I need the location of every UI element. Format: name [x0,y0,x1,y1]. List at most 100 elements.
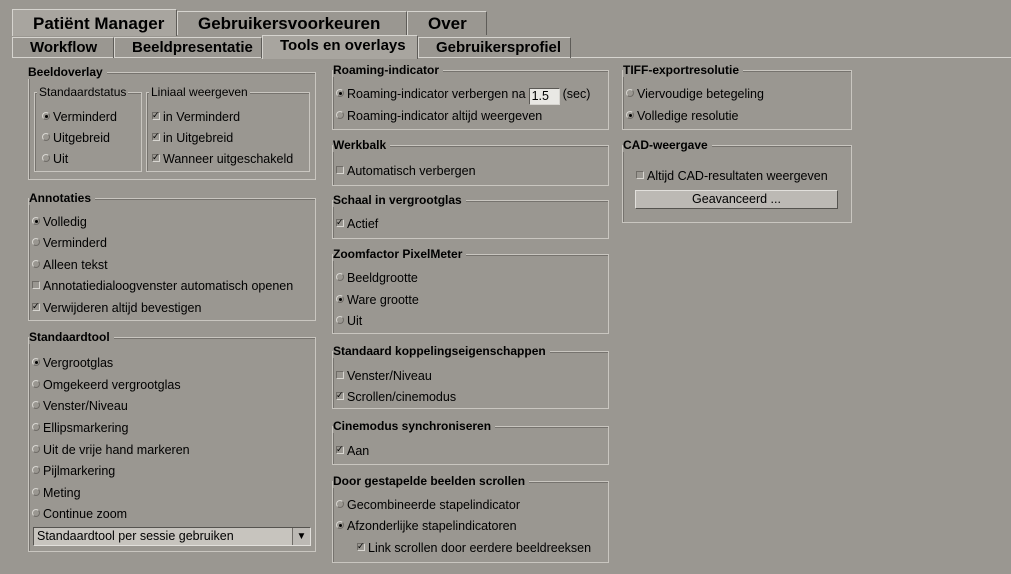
standaardtool-group: Standaardtool Vergrootglas Omgekeerd ver… [28,331,316,552]
radio-icon [32,488,40,496]
radio-icon [32,509,40,517]
koppeling-title: Standaard koppelingseigenschappen [333,345,550,358]
checkbox-label: Aan [347,444,370,458]
radio-volledige-resolutie[interactable]: Volledige resolutie [626,108,738,124]
annotaties-group: Annotaties Volledig Verminderd Alleen te… [28,192,316,321]
checkbox-checked-icon [32,299,40,313]
radio-beeldgrootte[interactable]: Beeldgrootte [336,270,418,286]
check-venster-niveau[interactable]: Venster/Niveau [336,368,432,384]
seconds-unit: (sec) [562,87,591,101]
radio-icon [42,133,50,141]
dropdown-value: Standaardtool per sessie gebruiken [37,529,234,543]
checkbox-label: Altijd CAD-resultaten weergeven [647,169,828,183]
radio-annotatie-verminderd[interactable]: Verminderd [32,235,107,251]
tab-over[interactable]: Over [407,11,487,35]
radio-ellipsmarkering[interactable]: Ellipsmarkering [32,420,128,436]
radio-label: Ware grootte [347,293,419,307]
standaardtool-dropdown[interactable]: Standaardtool per sessie gebruiken ▼ [33,527,311,546]
radio-selected-icon [32,358,40,366]
roaming-group: Roaming-indicator Roaming-indicator verb… [332,64,609,130]
checkbox-checked-icon [336,215,344,229]
radio-ware-grootte[interactable]: Ware grootte [336,292,419,308]
radio-viervoudige-betegeling[interactable]: Viervoudige betegeling [626,86,764,102]
radio-icon [336,111,344,119]
check-automatisch-verbergen[interactable]: Automatisch verbergen [336,163,476,179]
tab-gebruikersvoorkeuren[interactable]: Gebruikersvoorkeuren [177,11,407,35]
check-in-verminderd[interactable]: in Verminderd [152,108,240,125]
checkbox-checked-icon [357,539,365,553]
tab-workflow[interactable]: Workflow [12,37,114,58]
check-wanneer-uitgeschakeld[interactable]: Wanneer uitgeschakeld [152,150,294,167]
schaal-group: Schaal in vergrootglas Actief [332,194,609,239]
radio-omgekeerd-vergrootglas[interactable]: Omgekeerd vergrootglas [32,377,181,393]
radio-label: Ellipsmarkering [43,421,129,435]
radio-label: Viervoudige betegeling [637,87,764,101]
radio-label: Verminderd [53,110,117,124]
tab-beeldpresentatie[interactable]: Beeldpresentatie [114,37,262,58]
radio-volledig[interactable]: Volledig [32,214,87,230]
radio-afzonderlijke-stapel[interactable]: Afzonderlijke stapelindicatoren [336,518,517,534]
checkbox-label: Wanneer uitgeschakeld [163,152,294,166]
radio-label: Beeldgrootte [347,271,418,285]
radio-label: Vergrootglas [43,356,114,370]
radio-continue-zoom[interactable]: Continue zoom [32,506,127,522]
checkbox-icon [336,371,344,379]
tiff-title: TIFF-exportresolutie [623,64,744,77]
radio-label: Pijlmarkering [43,464,116,478]
checkbox-icon [336,166,344,174]
radio-icon [32,423,40,431]
radio-label: Uit de vrije hand markeren [43,443,190,457]
standaardstatus-title: Standaardstatus [37,85,129,99]
radio-uitgebreid[interactable]: Uitgebreid [42,130,110,146]
checkbox-checked-icon [336,442,344,456]
check-annotatiedialoog[interactable]: Annotatiedialoogvenster automatisch open… [32,278,293,294]
werkbalk-title: Werkbalk [333,139,391,152]
tab-gebruikersprofiel[interactable]: Gebruikersprofiel [418,37,571,58]
check-aan[interactable]: Aan [336,442,370,459]
radio-icon [336,273,344,281]
radio-roaming-verbergen[interactable]: Roaming-indicator verbergen na 1.5 (sec) [336,86,591,105]
radio-meting[interactable]: Meting [32,485,81,501]
radio-selected-icon [32,217,40,225]
radio-icon [626,89,634,97]
radio-uit[interactable]: Uit [42,151,68,167]
checkbox-label: Scrollen/cinemodus [347,390,457,404]
main-tab-bar: Patiënt Manager Gebruikersvoorkeuren Ove… [0,0,1011,37]
tab-patient-manager[interactable]: Patiënt Manager [12,9,177,37]
radio-label: Uit [347,314,363,328]
checkbox-label: Link scrollen door eerdere beeldreeksen [368,541,592,555]
radio-label: Venster/Niveau [43,399,128,413]
koppeling-group: Standaard koppelingseigenschappen Venste… [332,345,609,409]
radio-label: Uitgebreid [53,131,110,145]
checkbox-label: Venster/Niveau [347,369,432,383]
radio-alleen-tekst[interactable]: Alleen tekst [32,257,108,273]
beeldoverlay-group: Beeldoverlay Standaardstatus Verminderd … [28,66,316,180]
radio-selected-icon [336,521,344,529]
radio-gecombineerde-stapel[interactable]: Gecombineerde stapelindicator [336,497,520,513]
check-scrollen-cinemodus[interactable]: Scrollen/cinemodus [336,388,457,405]
radio-roaming-altijd[interactable]: Roaming-indicator altijd weergeven [336,108,542,124]
radio-vergrootglas[interactable]: Vergrootglas [32,355,113,371]
radio-zoom-uit[interactable]: Uit [336,313,362,329]
check-actief[interactable]: Actief [336,215,378,232]
roaming-seconds-input[interactable]: 1.5 [528,88,560,105]
radio-verminderd[interactable]: Verminderd [42,109,117,125]
radio-selected-icon [42,112,50,120]
radio-venster-niveau[interactable]: Venster/Niveau [32,398,128,414]
radio-label: Meting [43,486,81,500]
check-link-scrollen[interactable]: Link scrollen door eerdere beeldreeksen [357,539,592,556]
werkbalk-group: Werkbalk Automatisch verbergen [332,139,609,186]
geavanceerd-button[interactable]: Geavanceerd ... [635,190,838,209]
check-in-uitgebreid[interactable]: in Uitgebreid [152,129,233,146]
radio-pijlmarkering[interactable]: Pijlmarkering [32,463,115,479]
check-verwijderen-bevestigen[interactable]: Verwijderen altijd bevestigen [32,299,201,316]
check-altijd-cad[interactable]: Altijd CAD-resultaten weergeven [636,168,828,184]
cinemodus-title: Cinemodus synchroniseren [333,420,496,433]
dropdown-arrow-icon[interactable]: ▼ [292,528,310,545]
radio-label: Volledig [43,215,87,229]
radio-icon [32,380,40,388]
radio-vrije-hand[interactable]: Uit de vrije hand markeren [32,442,190,458]
tab-tools-en-overlays[interactable]: Tools en overlays [262,35,418,59]
cad-title: CAD-weergave [623,139,712,152]
tiff-group: TIFF-exportresolutie Viervoudige betegel… [622,64,852,130]
